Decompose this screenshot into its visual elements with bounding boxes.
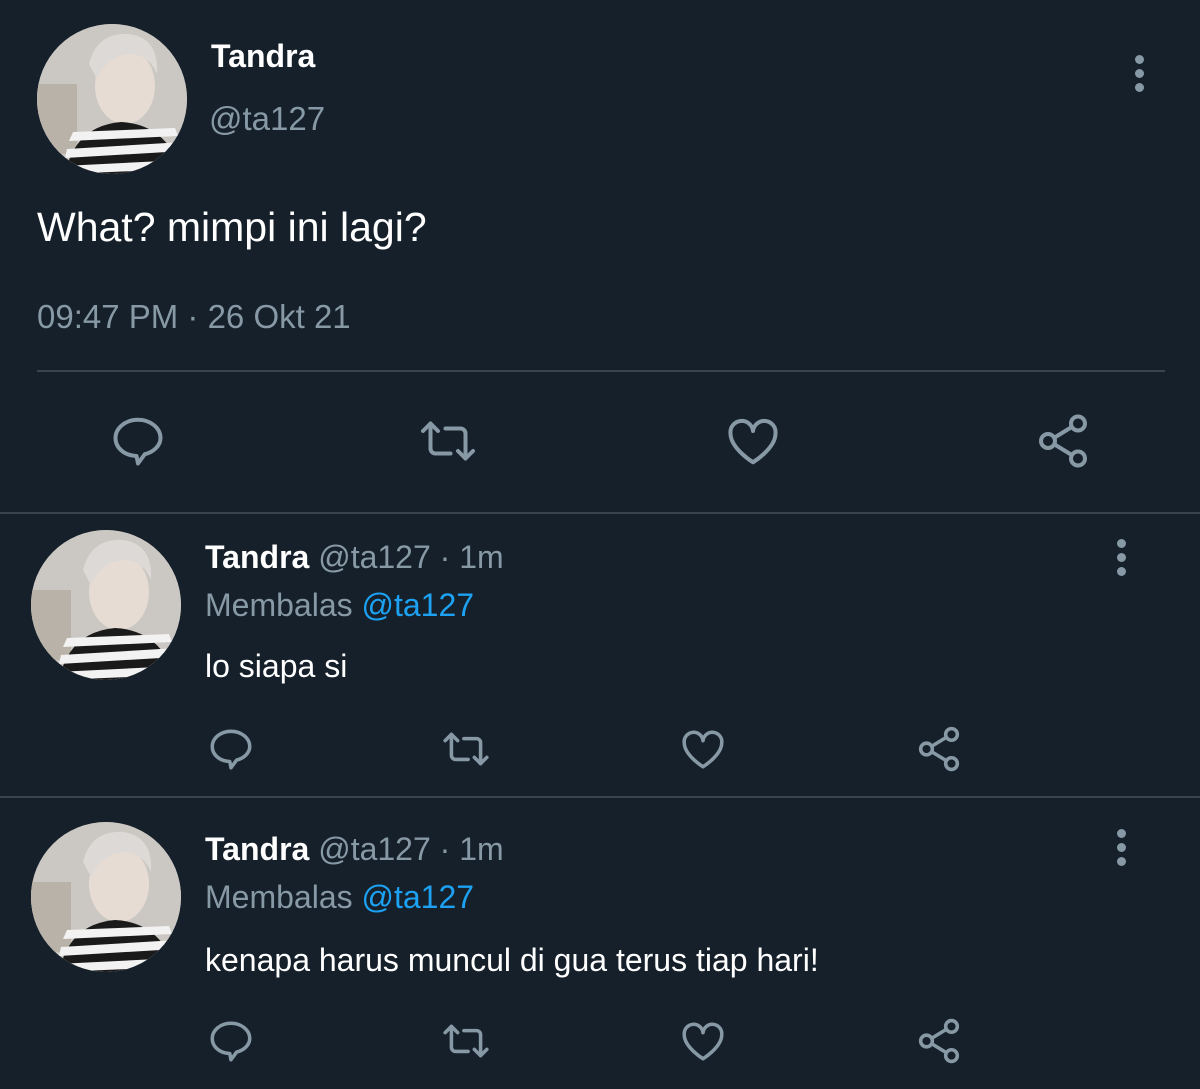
more-options-icon[interactable]: [1106, 536, 1136, 578]
avatar[interactable]: [31, 530, 181, 680]
like-icon[interactable]: [678, 1016, 728, 1066]
main-tweet: Tandra @ta127 What? mimpi ini lagi? 09:4…: [0, 0, 1200, 512]
share-icon[interactable]: [914, 724, 964, 774]
reply-icon[interactable]: [206, 1016, 256, 1066]
share-icon[interactable]: [1033, 411, 1093, 471]
replying-to-label: Membalas: [205, 879, 353, 915]
reply-header: Tandra @ta127 · 1m: [205, 831, 504, 868]
retweet-icon[interactable]: [441, 1016, 491, 1066]
separator-dot: ·: [439, 831, 451, 867]
like-icon[interactable]: [723, 411, 783, 471]
reply-text: lo siapa si: [205, 648, 348, 684]
more-options-icon[interactable]: [1106, 826, 1136, 868]
reply-time[interactable]: 1m: [459, 831, 503, 867]
retweet-icon[interactable]: [418, 411, 478, 471]
replying-to-label: Membalas: [205, 587, 353, 623]
author-name[interactable]: Tandra: [205, 831, 309, 867]
like-icon[interactable]: [678, 724, 728, 774]
author-handle[interactable]: @ta127: [209, 100, 325, 138]
reply-icon[interactable]: [108, 411, 168, 471]
divider: [37, 370, 1165, 372]
replying-to: Membalas @ta127: [205, 587, 474, 624]
reply-text: kenapa harus muncul di gua terus tiap ha…: [205, 942, 819, 978]
reply-time[interactable]: 1m: [459, 539, 503, 575]
tweet-timestamp[interactable]: 09:47 PM · 26 Okt 21: [37, 298, 351, 336]
mention-link[interactable]: @ta127: [362, 587, 475, 623]
separator-dot: ·: [439, 539, 451, 575]
mention-link[interactable]: @ta127: [362, 879, 475, 915]
author-name[interactable]: Tandra: [205, 539, 309, 575]
tweet-text: What? mimpi ini lagi?: [37, 204, 427, 250]
reply-icon[interactable]: [206, 724, 256, 774]
reply-header: Tandra @ta127 · 1m: [205, 539, 504, 576]
author-name[interactable]: Tandra: [211, 38, 315, 75]
reply-tweet[interactable]: Tandra @ta127 · 1m Membalas @ta127 kenap…: [0, 798, 1200, 1089]
share-icon[interactable]: [914, 1016, 964, 1066]
author-handle[interactable]: @ta127: [318, 539, 431, 575]
replying-to: Membalas @ta127: [205, 879, 474, 916]
reply-tweet[interactable]: Tandra @ta127 · 1m Membalas @ta127 lo si…: [0, 514, 1200, 796]
more-options-icon[interactable]: [1124, 52, 1154, 94]
avatar[interactable]: [31, 822, 181, 972]
author-handle[interactable]: @ta127: [318, 831, 431, 867]
avatar[interactable]: [37, 24, 187, 174]
retweet-icon[interactable]: [441, 724, 491, 774]
